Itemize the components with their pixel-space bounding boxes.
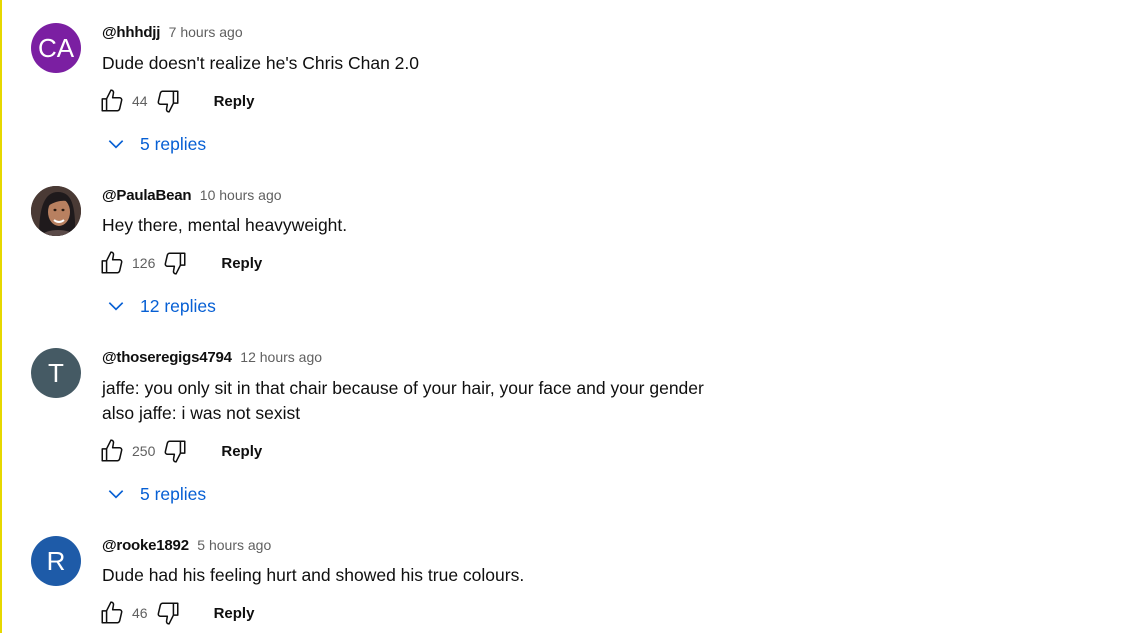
comment-text-line: Hey there, mental heavyweight.: [102, 215, 348, 235]
reply-button[interactable]: Reply: [214, 605, 255, 622]
author-name[interactable]: @thoseregigs4794: [102, 349, 232, 366]
dislike-button[interactable]: [154, 599, 182, 627]
comment-text-line: also jaffe: i was not sexist: [102, 403, 301, 423]
replies-count-label: 5 replies: [140, 483, 207, 504]
view-replies-button[interactable]: 5 replies: [106, 480, 206, 508]
like-button[interactable]: [98, 249, 126, 277]
like-button[interactable]: [98, 437, 126, 465]
thumb-down-icon: [164, 252, 186, 275]
like-button[interactable]: [98, 87, 126, 115]
view-replies-button[interactable]: 5 replies: [106, 130, 206, 158]
comment-header: @thoseregigs4794 12 hours ago: [102, 349, 322, 367]
thumb-up-icon: [101, 601, 123, 624]
replies-count-label: 12 replies: [140, 295, 216, 316]
reply-button[interactable]: Reply: [214, 93, 255, 110]
dislike-button[interactable]: [161, 249, 189, 277]
comments-section: CA @hhhdjj 7 hours ago Dude doesn't real…: [0, 0, 1141, 633]
comment-text: Hey there, mental heavyweight.: [102, 213, 347, 238]
avatar[interactable]: R: [31, 536, 81, 586]
chevron-down-icon: [108, 490, 124, 499]
avatar[interactable]: CA: [31, 23, 81, 73]
comment-timestamp[interactable]: 7 hours ago: [169, 24, 243, 40]
thumb-up-icon: [101, 89, 123, 112]
comment-text-line: Dude had his feeling hurt and showed his…: [102, 565, 525, 585]
author-name[interactable]: @PaulaBean: [102, 187, 192, 204]
like-count: 250: [132, 443, 156, 459]
author-name[interactable]: @rooke1892: [102, 537, 189, 554]
comment-timestamp[interactable]: 10 hours ago: [200, 187, 282, 203]
profile-photo: [31, 186, 81, 236]
author-name[interactable]: @hhhdjj: [102, 24, 160, 41]
chevron-down-icon: [108, 140, 124, 149]
thumb-down-icon: [164, 440, 186, 463]
dislike-button[interactable]: [161, 437, 189, 465]
comment-timestamp[interactable]: 5 hours ago: [197, 537, 271, 553]
comment-text: jaffe: you only sit in that chair becaus…: [102, 376, 704, 426]
comment-actions: 46 Reply: [98, 599, 254, 627]
comment-header: @PaulaBean 10 hours ago: [102, 187, 282, 205]
like-count: 126: [132, 255, 156, 271]
reply-button[interactable]: Reply: [221, 255, 262, 272]
dislike-button[interactable]: [154, 87, 182, 115]
avatar[interactable]: T: [31, 348, 81, 398]
like-button[interactable]: [98, 599, 126, 627]
comment-actions: 250 Reply: [98, 437, 262, 465]
comment-header: @rooke1892 5 hours ago: [102, 537, 271, 555]
comment-timestamp[interactable]: 12 hours ago: [240, 349, 322, 365]
view-replies-button[interactable]: 12 replies: [106, 292, 216, 320]
avatar-initials: CA: [37, 32, 75, 63]
replies-count-label: 5 replies: [140, 133, 207, 154]
like-count: 46: [132, 605, 148, 621]
reply-button[interactable]: Reply: [221, 443, 262, 460]
avatar-initials: R: [46, 545, 66, 576]
comment-actions: 44 Reply: [98, 87, 254, 115]
thumb-down-icon: [157, 602, 179, 625]
thumb-up-icon: [101, 251, 123, 274]
comment-actions: 126 Reply: [98, 249, 262, 277]
avatar-initials: T: [48, 357, 64, 388]
comment-text-line: Dude doesn't realize he's Chris Chan 2.0: [102, 53, 419, 73]
thumb-down-icon: [157, 90, 179, 113]
avatar[interactable]: [31, 186, 81, 236]
thumb-up-icon: [101, 439, 123, 462]
like-count: 44: [132, 93, 148, 109]
comment-text-line: jaffe: you only sit in that chair becaus…: [102, 378, 704, 398]
comment-header: @hhhdjj 7 hours ago: [102, 24, 243, 42]
comment-text: Dude doesn't realize he's Chris Chan 2.0: [102, 51, 419, 76]
chevron-down-icon: [108, 302, 124, 311]
comment-text: Dude had his feeling hurt and showed his…: [102, 563, 524, 588]
